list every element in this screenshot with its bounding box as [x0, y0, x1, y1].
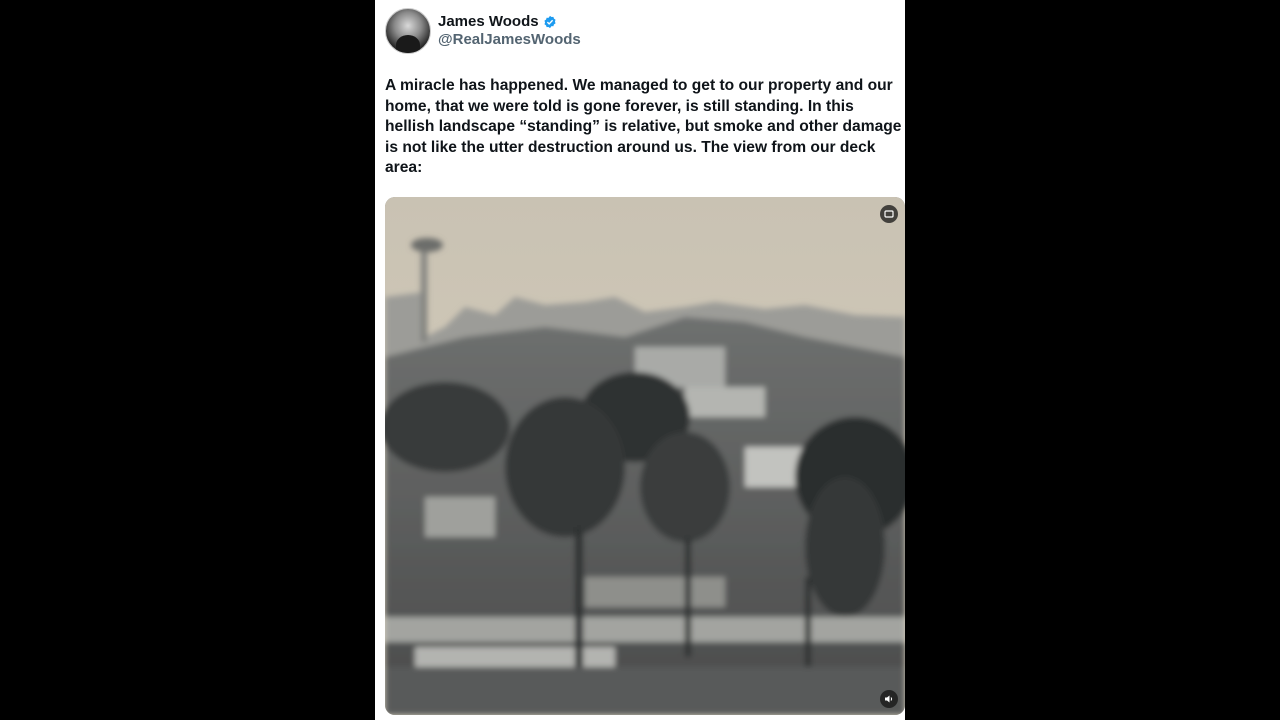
tweet-header: James Woods @RealJamesWoods	[385, 8, 581, 54]
avatar[interactable]	[385, 8, 431, 54]
author-info: James Woods @RealJamesWoods	[438, 13, 581, 49]
tweet-text: A miracle has happened. We managed to ge…	[385, 77, 902, 177]
handle[interactable]: @RealJamesWoods	[438, 31, 581, 49]
volume-icon	[884, 694, 894, 704]
display-name[interactable]: James Woods	[438, 13, 539, 31]
fullscreen-icon	[884, 209, 894, 219]
fullscreen-button[interactable]	[880, 205, 898, 223]
video-frame	[385, 197, 905, 715]
verified-badge-icon	[543, 15, 557, 29]
name-row: James Woods	[438, 13, 581, 31]
video-player[interactable]	[385, 197, 905, 715]
tweet-card: James Woods @RealJamesWoods A miracle ha…	[375, 0, 905, 720]
volume-button[interactable]	[880, 690, 898, 708]
